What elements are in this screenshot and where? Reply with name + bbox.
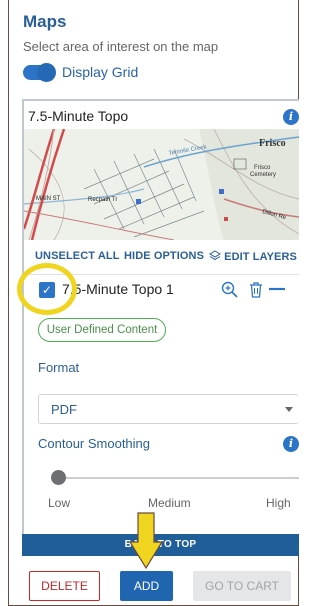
format-label: Format — [38, 360, 80, 375]
item-label: 7.5-Minute Topo 1 — [62, 281, 174, 297]
highlight-ring — [17, 263, 77, 315]
slider-high-label: High — [266, 496, 291, 510]
map-graphic: Frisco Frisco Cemetery Tenmile Creek MAI… — [24, 129, 299, 240]
contour-info-icon[interactable]: i — [283, 436, 299, 452]
map-label-place1: Frisco — [259, 138, 286, 149]
go-to-cart-button[interactable]: GO TO CART — [193, 571, 291, 601]
info-icon[interactable]: i — [283, 109, 299, 125]
slider-knob[interactable] — [51, 470, 66, 485]
hide-options-button[interactable]: HIDE OPTIONS — [124, 250, 204, 262]
slider-track[interactable] — [57, 477, 299, 479]
toggle-knob — [37, 63, 56, 82]
add-button[interactable]: ADD — [120, 571, 173, 601]
user-defined-content-badge: User Defined Content — [38, 318, 166, 342]
collapse-icon[interactable] — [268, 283, 286, 295]
chevron-down-icon — [285, 407, 293, 412]
trash-icon[interactable] — [248, 281, 264, 299]
map-label-street1: MAIN ST — [36, 196, 61, 202]
map-label-street2: Recpath Tr — [88, 197, 117, 203]
arrow-down-icon — [128, 512, 164, 570]
page-subtitle: Select area of interest on the map — [23, 39, 219, 54]
slider-low-label: Low — [48, 496, 71, 510]
format-select[interactable]: PDF — [38, 394, 299, 424]
edit-layers-button[interactable]: EDIT LAYERS — [209, 250, 297, 263]
zoom-in-icon[interactable] — [221, 281, 239, 299]
delete-button[interactable]: DELETE — [29, 571, 100, 601]
format-value: PDF — [51, 402, 77, 417]
map-label-place3: Cemetery — [250, 172, 276, 178]
contour-smoothing-label: Contour Smoothing — [38, 436, 151, 451]
map-preview: Frisco Frisco Cemetery Tenmile Creek MAI… — [24, 129, 299, 240]
edit-layers-label: EDIT LAYERS — [224, 251, 297, 263]
unselect-all-button[interactable]: UNSELECT ALL — [35, 250, 120, 262]
display-grid-label: Display Grid — [62, 64, 139, 80]
product-title: 7.5-Minute Topo — [28, 108, 129, 124]
display-grid-toggle[interactable] — [23, 63, 56, 82]
page-title: Maps — [23, 12, 67, 31]
slider-medium-label: Medium — [148, 496, 191, 510]
layers-icon — [209, 250, 221, 261]
map-label-place2: Frisco — [254, 165, 271, 171]
